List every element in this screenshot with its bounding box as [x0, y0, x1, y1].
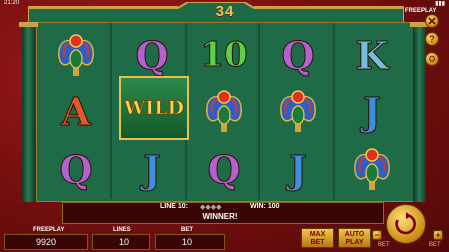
symbol-q: Q	[190, 140, 258, 198]
wild-symbol: WILD	[119, 76, 189, 140]
bet-label: BET	[181, 227, 193, 233]
scarab-symbol	[42, 26, 110, 84]
bet-plus-button[interactable]: +	[433, 230, 443, 240]
bet-side-label: BET	[378, 242, 390, 248]
symbol-letter: Q	[281, 32, 315, 78]
right-pillar	[410, 22, 429, 202]
bet-minus-button[interactable]: −	[372, 230, 382, 240]
wild-label: WILD	[123, 97, 185, 120]
help-icon[interactable]: ?	[425, 32, 439, 46]
symbol-letter: J	[143, 146, 162, 192]
scarab-symbol	[190, 82, 258, 140]
symbol-letter: 10	[200, 35, 248, 76]
symbol-letter: Q	[59, 146, 93, 192]
settings-icon[interactable]: ⚙	[425, 52, 439, 66]
autoplay-button[interactable]: AUTO PLAY	[338, 228, 371, 248]
win-amount: WIN: 100	[250, 203, 280, 210]
win-line: LINE 10:	[160, 203, 189, 210]
symbol-j: J	[264, 140, 332, 198]
round-counter: 34	[215, 3, 235, 20]
spin-icon	[395, 212, 416, 235]
symbol-letter: J	[363, 88, 382, 134]
symbol-letter: A	[61, 88, 92, 134]
symbol-q: Q	[42, 140, 110, 198]
lines-label: LINES	[113, 227, 131, 233]
symbol-letter: Q	[207, 146, 241, 192]
reel-separator	[110, 23, 112, 199]
left-pillar	[19, 22, 38, 202]
win-message: WINNER!	[202, 212, 238, 221]
close-icon[interactable]	[425, 14, 439, 28]
symbol-a: A	[42, 82, 110, 140]
symbol-letter: Q	[135, 32, 169, 78]
symbol-j: J	[338, 82, 406, 140]
freeplay-balance: 9920	[4, 234, 88, 250]
status-time: 21:20	[4, 0, 20, 6]
battery-icon: ▮▮▮	[435, 1, 445, 7]
win-gems: ◆◆◆◆	[200, 204, 222, 211]
bet-value: 10	[155, 234, 225, 250]
symbol-letter: K	[355, 32, 389, 78]
max-bet-button[interactable]: MAX BET	[301, 228, 334, 248]
symbol-10: 10	[190, 26, 258, 84]
spin-button[interactable]	[386, 204, 426, 244]
symbol-j: J	[118, 140, 186, 198]
freeplay-label: FREEPLAY	[33, 227, 65, 233]
symbol-q: Q	[264, 26, 332, 84]
symbol-letter: J	[289, 146, 308, 192]
bet-side-label-right: BET	[429, 242, 441, 248]
symbol-k: K	[338, 26, 406, 84]
scarab-symbol	[264, 82, 332, 140]
reel-separator	[258, 23, 260, 199]
scarab-symbol	[338, 140, 406, 198]
lines-value: 10	[92, 234, 150, 250]
reel-separator	[333, 23, 335, 199]
